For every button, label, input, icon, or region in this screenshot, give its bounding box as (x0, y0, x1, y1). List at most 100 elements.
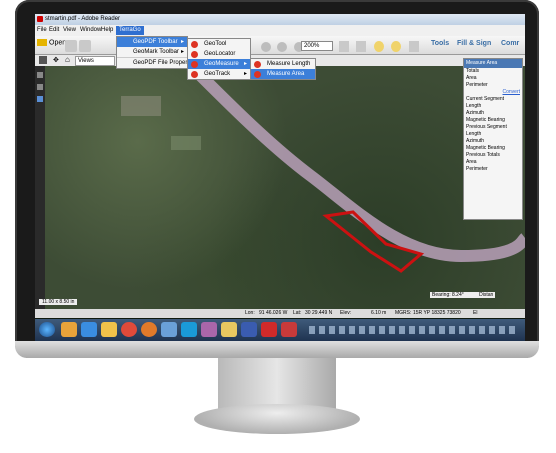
lon-value: 91 46.026 W (259, 310, 288, 316)
panel-row: Azimuth (466, 138, 485, 144)
skype-icon[interactable] (181, 322, 197, 337)
panel-row: Totals (466, 68, 480, 74)
convert-link[interactable]: Convert (464, 89, 522, 96)
geotrack-icon (191, 71, 198, 78)
comment-icon[interactable] (373, 41, 384, 52)
measure-length-icon (254, 61, 261, 68)
sign-icon[interactable] (408, 41, 419, 52)
panel-row: Current Segment (466, 96, 505, 102)
internet-explorer-icon[interactable] (81, 322, 97, 337)
menu-item-label: Measure Area (267, 71, 305, 77)
zoom-select[interactable]: 200% (301, 41, 333, 51)
panel-row: Magnetic Bearing (466, 117, 505, 123)
menu-item-geopdf-file-properties[interactable]: GeoPDF File Properties (117, 57, 197, 68)
menu-terrago[interactable]: TerraGo (116, 26, 144, 35)
menu-item-geomark-toolbar[interactable]: GeoMark Toolbar ▸ (117, 47, 187, 57)
geopdf-submenu: GeoTool GeoLocator GeoMeasure ▸ GeoTrack ▸ (187, 38, 251, 80)
panel-row: Previous Totals (466, 152, 500, 158)
panel-row: Magnetic Bearing (466, 145, 505, 151)
bearing-label: Bearing: (432, 292, 451, 298)
monitor-stand-neck (218, 358, 336, 410)
menu-item-measure-length[interactable]: Measure Length (251, 59, 315, 69)
panel-row: Area (466, 159, 477, 165)
menu-window[interactable]: Window (80, 27, 101, 33)
pages-icon[interactable] (37, 72, 43, 78)
menu-item-geomeasure[interactable]: GeoMeasure ▸ (188, 59, 250, 69)
menu-item-label: GeoPDF Toolbar (133, 39, 178, 45)
menu-item-label: GeoLocator (204, 51, 236, 57)
menu-help[interactable]: Help (101, 27, 113, 33)
menubar: File Edit View Window Help TerraGo (35, 25, 525, 36)
window-title: stmartin.pdf - Adobe Reader (45, 16, 121, 22)
menu-item-measure-area[interactable]: Measure Area (251, 69, 315, 79)
geomeasure-icon (191, 61, 198, 68)
bearing-value: 8.24° (452, 292, 464, 298)
distance-label: Distan (479, 292, 494, 298)
home-icon[interactable]: ⌂ (65, 55, 70, 64)
main-toolbar: Open 200% Tools Fill & Sign Comr (35, 36, 525, 55)
field-area (171, 136, 201, 150)
paint-icon[interactable] (201, 322, 217, 337)
fill-sign-button[interactable]: Fill & Sign (457, 40, 491, 47)
hand-icon[interactable] (261, 42, 271, 52)
adobe-reader-taskbar-icon[interactable] (281, 322, 297, 337)
elev-value: 6.10 m (371, 310, 387, 316)
panel-row: Perimeter (466, 166, 488, 172)
menu-item-geotrack[interactable]: GeoTrack ▸ (188, 69, 250, 79)
menu-file[interactable]: File (37, 27, 47, 33)
menu-item-geolocator[interactable]: GeoLocator (188, 49, 250, 59)
tools-button[interactable]: Tools (431, 40, 449, 47)
coordinate-statusbar: Lon: 91 46.026 W Lat: 30 29.449 N Elev: … (35, 309, 525, 318)
menu-item-label: GeoTool (204, 41, 227, 47)
menu-edit[interactable]: Edit (49, 27, 59, 33)
create-pdf-icon[interactable] (65, 40, 77, 52)
media-player-icon[interactable] (61, 322, 77, 337)
panel-row: Area (466, 75, 477, 81)
attachments-icon[interactable] (37, 84, 43, 90)
lat-label: Lat: (293, 310, 302, 316)
views-select[interactable]: Views (75, 56, 115, 66)
panel-row: Length (466, 103, 482, 109)
outlook-icon[interactable] (221, 322, 237, 337)
monitor-chin (15, 341, 539, 358)
chevron-right-icon: ▸ (243, 61, 247, 67)
map-view[interactable] (41, 66, 525, 318)
lat-value: 30 29.449 N (305, 310, 333, 316)
menu-item-geotool[interactable]: GeoTool (188, 39, 250, 49)
file-explorer-icon[interactable] (101, 322, 117, 337)
zoom-out-icon[interactable] (277, 42, 288, 52)
chevron-right-icon: ▸ (180, 49, 184, 55)
chevron-right-icon: ▸ (180, 39, 184, 45)
menu-item-geopdf-toolbar[interactable]: GeoPDF Toolbar ▸ (117, 37, 187, 47)
menu-view[interactable]: View (63, 27, 76, 33)
network-icon[interactable] (161, 322, 177, 337)
measure-area-panel: Measure Area Totals Area Perimeter Conve… (463, 58, 523, 220)
panel-row: Previous Segment (466, 124, 507, 130)
print-icon[interactable] (79, 40, 91, 52)
page-icon[interactable] (39, 56, 47, 64)
elev-label: Elev: (340, 310, 352, 316)
menu-item-label: GeoMeasure (204, 61, 239, 67)
fit-page-icon[interactable] (339, 41, 349, 52)
menu-item-label: Measure Length (267, 61, 311, 67)
full-screen-icon[interactable] (356, 41, 367, 52)
bearing-readout: Bearing: 8.24° Distan (430, 292, 496, 298)
firefox-icon[interactable] (141, 322, 157, 337)
window-titlebar: stmartin.pdf - Adobe Reader (35, 14, 525, 25)
comment-button[interactable]: Comr (501, 40, 519, 47)
open-label: Open (49, 39, 67, 47)
geolocator-icon (191, 51, 198, 58)
highlight-icon[interactable] (391, 41, 402, 52)
navigate-icon[interactable]: ✥ (53, 56, 59, 64)
adobe-reader-icon (37, 16, 43, 22)
navigation-pane (35, 66, 45, 318)
system-tray-icons[interactable] (309, 326, 519, 334)
layers-icon[interactable] (37, 96, 43, 102)
lon-label: Lon: (245, 310, 255, 316)
word-icon[interactable] (241, 322, 257, 337)
chrome-icon[interactable] (121, 322, 137, 337)
monitor-stand-base (194, 404, 360, 434)
open-button[interactable]: Open (37, 39, 66, 46)
adobe-acrobat-icon[interactable] (261, 322, 277, 337)
start-button-icon[interactable] (39, 322, 55, 337)
